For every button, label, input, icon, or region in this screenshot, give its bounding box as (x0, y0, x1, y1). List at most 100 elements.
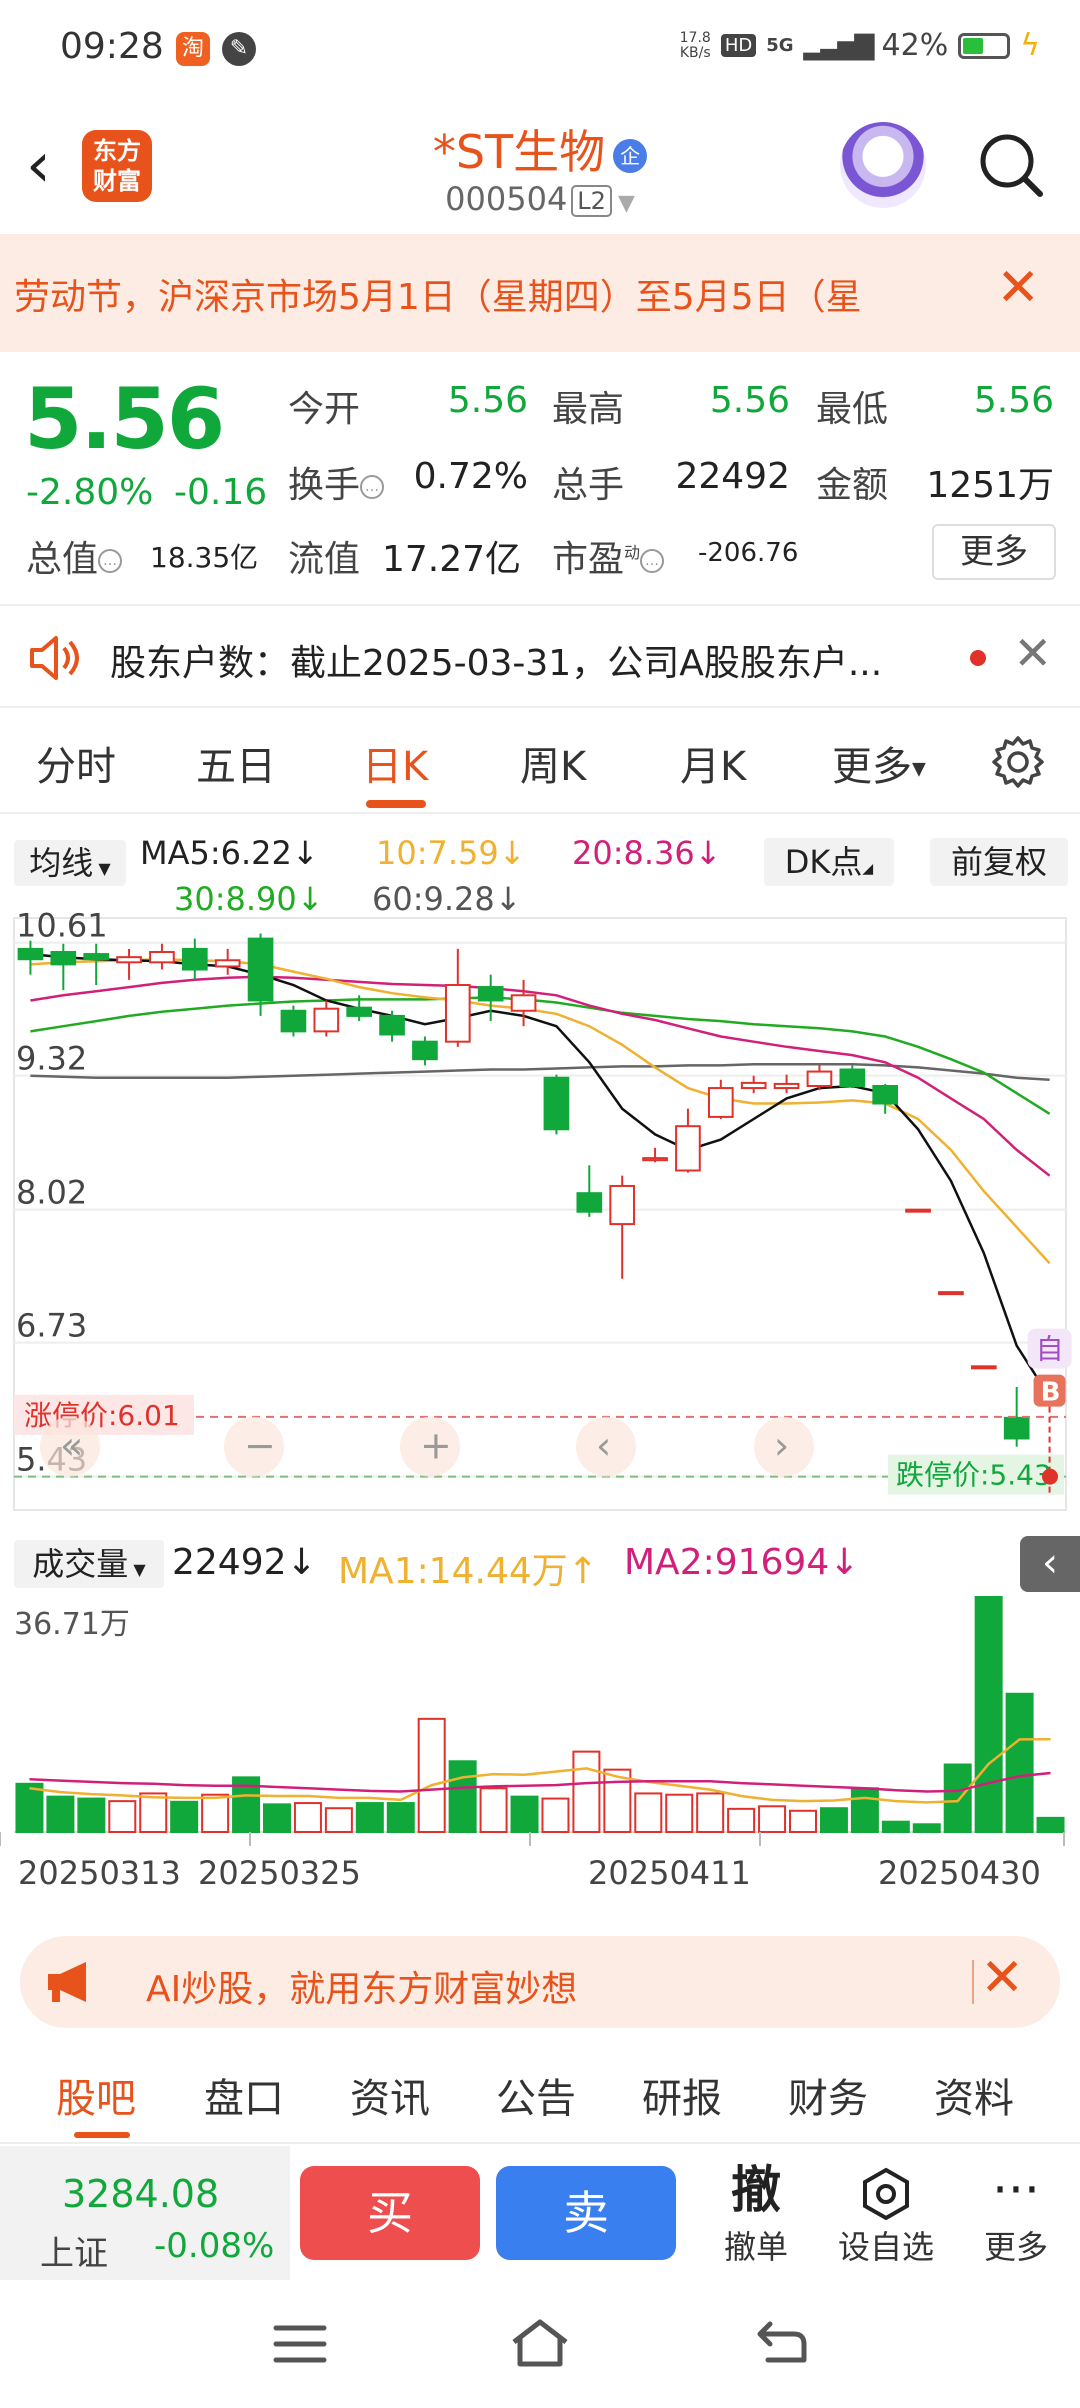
tab-finance[interactable]: 财务 (788, 2066, 868, 2124)
tab-five-day[interactable]: 五日 (196, 734, 276, 792)
volume-bar-down (77, 1797, 106, 1834)
holiday-notice-banner[interactable]: 劳动节，沪深京市场5月1日（星期四）至5月5日（星 ✕ (0, 234, 1080, 352)
tab-guba[interactable]: 股吧 (56, 2066, 136, 2124)
collapse-panel-button[interactable]: ‹ (1020, 1536, 1080, 1592)
buy-button[interactable]: 买 (300, 2166, 480, 2260)
cancel-order-button[interactable]: 撤 撤单 (696, 2158, 816, 2268)
tab-weekly-k[interactable]: 周K (520, 734, 586, 792)
adjust-type-button[interactable]: 前复权 (930, 838, 1068, 886)
shareholder-notice[interactable]: 股东户数：截止2025-03-31，公司A股股东户... ✕ (0, 604, 1080, 708)
open-label: 今开 (288, 389, 361, 430)
volume-bar-down (974, 1596, 1003, 1833)
tab-daily-k[interactable]: 日K (362, 734, 428, 792)
tab-news[interactable]: 资讯 (350, 2066, 430, 2124)
chart-nav-icon: « (60, 1424, 83, 1468)
volume-label: 总手 (552, 465, 625, 506)
volume-bar-up (541, 1797, 570, 1834)
candle-down (576, 1192, 603, 1213)
candle-up (609, 1184, 636, 1226)
add-watchlist-button[interactable]: 设自选 (826, 2158, 946, 2268)
chart-nav-icon: + (420, 1424, 452, 1468)
turnover-label: 换手… (288, 456, 385, 508)
candle-up (313, 1007, 340, 1033)
volume-ma2: MA2:91694↓ (624, 1542, 860, 1583)
volume-bar-up (479, 1787, 508, 1834)
charging-icon: ϟ (1020, 28, 1040, 63)
info-icon[interactable]: … (360, 475, 385, 499)
info-icon[interactable]: … (98, 549, 123, 573)
search-icon[interactable] (976, 130, 1046, 200)
settings-gear-icon[interactable] (990, 734, 1046, 790)
volume-bar-down (1036, 1816, 1065, 1834)
date-label: 20250325 (198, 1854, 361, 1892)
active-tab-underline (366, 800, 426, 808)
candle-up (806, 1070, 833, 1087)
volume-chart[interactable]: 36.71万 20250313 20250325 20250411 20250430 (0, 1596, 1080, 1916)
home-icon[interactable] (508, 2316, 572, 2370)
volume-indicator-select[interactable]: 成交量 ▼ (14, 1540, 164, 1588)
candle-down (181, 947, 208, 971)
kline-chart[interactable]: 10.619.328.026.735.43 涨停价:6.01跌停价:5.43自B… (0, 900, 1080, 1520)
candle-up (773, 1082, 800, 1090)
candle-down (839, 1068, 866, 1087)
high-label: 最高 (552, 389, 625, 430)
close-icon[interactable]: ✕ (980, 1948, 1024, 2008)
candle-up (510, 994, 537, 1012)
tab-intraday[interactable]: 分时 (36, 734, 116, 792)
y-axis-label: 6.73 (16, 1307, 87, 1345)
float-value: 17.27亿 (382, 539, 522, 580)
close-icon[interactable]: ✕ (996, 258, 1040, 318)
megaphone-icon (48, 1962, 86, 2002)
volume-bar-down (15, 1782, 44, 1833)
ai-ad-banner[interactable]: AI炒股，就用东方财富妙想 ✕ (20, 1936, 1060, 2028)
limit-up-label: 涨停价:6.01 (24, 1399, 180, 1432)
date-label: 20250313 (18, 1854, 181, 1892)
change-value: -0.16 (174, 472, 268, 513)
active-tab-underline (74, 2132, 130, 2138)
tab-pankou[interactable]: 盘口 (204, 2066, 284, 2124)
info-icon[interactable]: … (640, 549, 665, 573)
chart-period-tabs: 分时 五日 日K 周K 月K 更多▼ (0, 710, 1080, 814)
status-indicators: 17.8 KB/s HD 5G ▂▃▅▇ 42% ϟ (680, 28, 1040, 63)
candle-down (346, 1006, 373, 1017)
ma5-value: MA5:6.22↓ (140, 834, 319, 872)
mktcap-label: 总值… (26, 530, 123, 582)
date-label: 20250430 (878, 1854, 1041, 1892)
candle-up (970, 1365, 997, 1370)
corp-badge-icon: 企 (613, 138, 648, 173)
more-actions-button[interactable]: ··· 更多 (956, 2158, 1076, 2268)
ma-type-select[interactable]: 均线 ▼ (14, 840, 126, 886)
speaker-icon (30, 636, 79, 680)
ai-assistant-robot-icon[interactable] (840, 122, 926, 208)
volume-bar-down (1005, 1692, 1034, 1834)
index-widget[interactable]: 3284.08 上证 -0.08% (0, 2146, 290, 2280)
candle-up (214, 959, 241, 968)
volume-bar-up (324, 1807, 353, 1833)
tab-profile[interactable]: 资料 (934, 2066, 1014, 2124)
volume-bar-down (263, 1803, 291, 1834)
volume-bar-up (201, 1793, 230, 1833)
ma10-value: 10:7.59↓ (376, 834, 526, 872)
tab-more[interactable]: 更多▼ (832, 734, 926, 792)
chevron-down-icon: ▼ (617, 191, 635, 216)
signal-icon: ▂▃▅▇ (803, 30, 875, 61)
notice-text: 劳动节，沪深京市场5月1日（星期四）至5月5日（星 (14, 277, 862, 318)
candle-down (543, 1076, 570, 1131)
self-marker: 自 (1036, 1333, 1064, 1366)
volume-value: 22492 (675, 456, 790, 497)
tab-monthly-k[interactable]: 月K (680, 734, 746, 792)
tab-research[interactable]: 研报 (642, 2066, 722, 2124)
candle-down (247, 937, 274, 1002)
dk-point-button[interactable]: DK点◢ (764, 838, 894, 886)
sell-button[interactable]: 卖 (496, 2166, 676, 2260)
app-notification-icon: ✎ (222, 32, 256, 66)
network-5g-icon: 5G (766, 35, 794, 56)
back-nav-icon[interactable] (754, 2318, 810, 2368)
close-icon[interactable]: ✕ (1013, 626, 1052, 680)
tab-announcements[interactable]: 公告 (496, 2066, 576, 2124)
candle-up (642, 1157, 668, 1162)
more-quote-button[interactable]: 更多 (932, 524, 1056, 580)
menu-icon[interactable] (272, 2322, 328, 2366)
content-tabs: 股吧 盘口 资讯 公告 研报 财务 资料 (0, 2044, 1080, 2144)
status-bar: 09:28 淘 ✎ 17.8 KB/s HD 5G ▂▃▅▇ 42% ϟ (0, 0, 1080, 96)
